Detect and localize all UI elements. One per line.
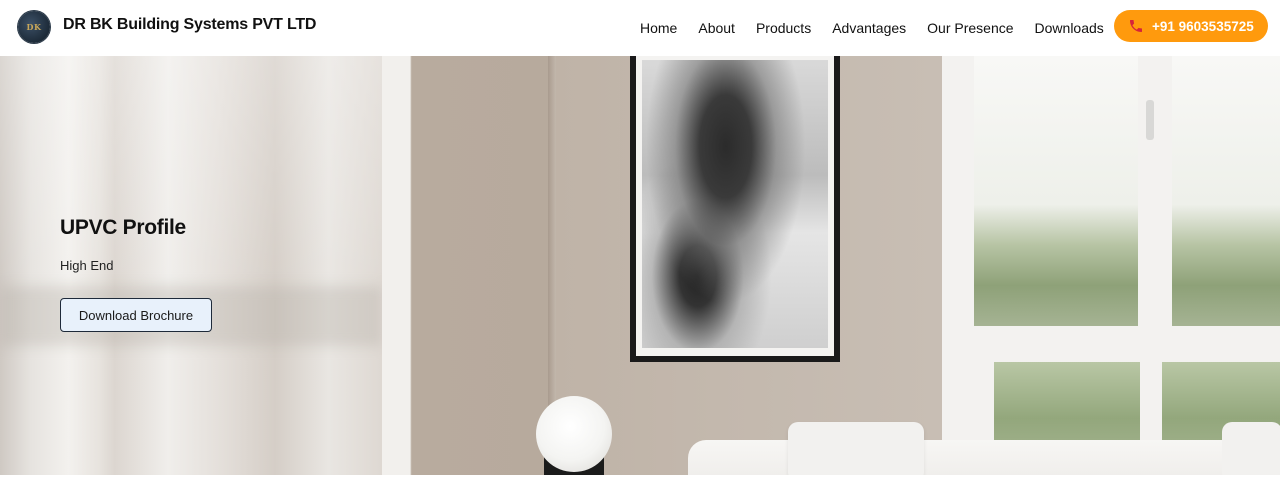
- top-navbar: DK DR BK Building Systems PVT LTD Home A…: [0, 0, 1280, 56]
- hero-lamp-globe: [536, 396, 612, 472]
- hero-upvc-window: [942, 56, 1280, 475]
- brand-name[interactable]: DR BK Building Systems PVT LTD: [63, 16, 316, 34]
- nav-link-products[interactable]: Products: [756, 20, 811, 36]
- hero-banner: UPVC Profile High End Download Brochure: [0, 56, 1280, 475]
- nav-link-advantages[interactable]: Advantages: [832, 20, 906, 36]
- page-bottom-strip: [0, 475, 1280, 485]
- window-pane: [974, 56, 1138, 326]
- nav-links: Home About Products Advantages Our Prese…: [640, 0, 1104, 56]
- nav-link-downloads[interactable]: Downloads: [1035, 20, 1104, 36]
- hero-sofa-cushion: [788, 422, 924, 475]
- nav-link-home[interactable]: Home: [640, 20, 677, 36]
- hero-artwork-frame: [630, 56, 840, 362]
- logo-monogram: DK: [26, 22, 42, 32]
- window-handle: [1146, 100, 1154, 140]
- hero-artwork: [642, 60, 828, 348]
- hero-sofa: [688, 440, 1280, 475]
- download-brochure-button[interactable]: Download Brochure: [60, 298, 212, 332]
- brand-logo[interactable]: DK: [18, 11, 50, 43]
- window-pane: [1172, 56, 1280, 326]
- hero-title: UPVC Profile: [60, 216, 186, 239]
- nav-link-about[interactable]: About: [698, 20, 735, 36]
- nav-link-our-presence[interactable]: Our Presence: [927, 20, 1013, 36]
- hero-blurred-window-left: [0, 56, 382, 475]
- phone-icon: [1128, 18, 1144, 34]
- download-brochure-label: Download Brochure: [78, 307, 194, 323]
- hero-subtitle: High End: [60, 258, 114, 273]
- call-button-label: +91 9603535725: [1152, 18, 1254, 34]
- call-button[interactable]: +91 9603535725: [1114, 10, 1268, 42]
- hero-sofa-cushion: [1222, 422, 1280, 475]
- hero-content: UPVC Profile High End Download Brochure: [60, 216, 212, 332]
